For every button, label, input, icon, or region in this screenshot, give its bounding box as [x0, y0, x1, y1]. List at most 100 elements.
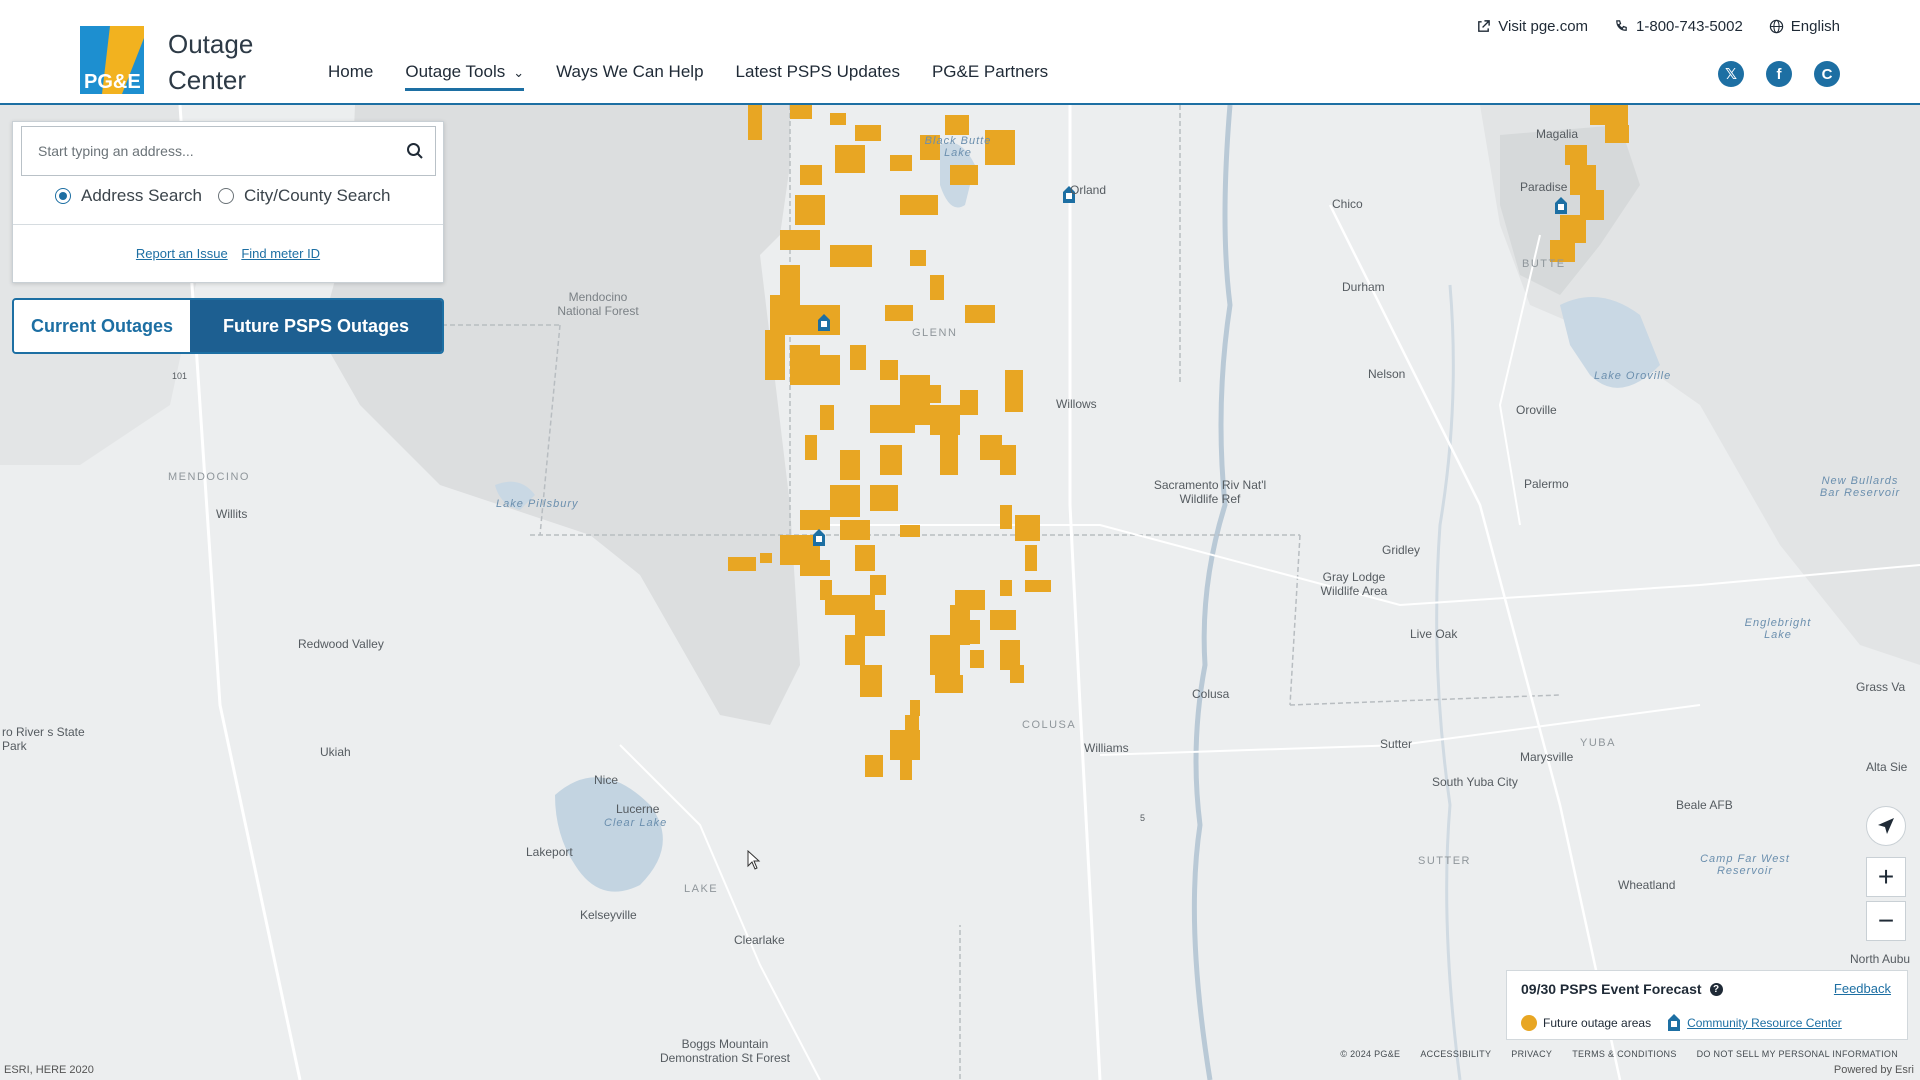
privacy-link[interactable]: PRIVACY [1511, 1049, 1552, 1059]
facebook-icon[interactable]: f [1766, 61, 1792, 87]
phone-icon [1616, 20, 1627, 31]
community-resource-center-link[interactable]: Community Resource Center [1687, 1016, 1842, 1030]
site-title-line2: Center [168, 65, 247, 95]
current-outages-button[interactable]: Current Outages [14, 300, 190, 352]
community-resource-center-icon [1668, 1014, 1681, 1031]
feedback-link[interactable]: Feedback [1834, 981, 1891, 996]
map-label-palermo: Palermo [1524, 477, 1569, 491]
x-icon[interactable]: 𝕏 [1718, 61, 1744, 87]
map-label-nelson: Nelson [1368, 367, 1406, 381]
utility-links: Visit pge.com 1-800-743-5002 English [1476, 18, 1840, 35]
map-label-beale-afb: Beale AFB [1676, 798, 1733, 812]
report-issue-link[interactable]: Report an Issue [136, 246, 228, 261]
map-label-redwood-valley: Redwood Valley [298, 637, 384, 651]
pge-logo[interactable]: PG&E [80, 26, 144, 94]
site-header: PG&E Outage Center Home Outage Tools ⌄ Wa… [0, 0, 1920, 105]
map-label-gridley: Gridley [1382, 543, 1421, 557]
map-label-gray-lodge: Gray Lodge Wildlife Area [1320, 570, 1388, 598]
map-label-chico: Chico [1332, 197, 1363, 211]
legend-items: Future outage areas Community Resource C… [1521, 1014, 1842, 1032]
main-nav: Home Outage Tools ⌄ Ways We Can Help Late… [328, 62, 1048, 91]
external-link-icon [1478, 20, 1491, 32]
powered-by-esri[interactable]: Powered by Esri [1834, 1064, 1914, 1076]
map-label-kelseyville: Kelseyville [580, 908, 637, 922]
site-title: Outage Center [168, 26, 253, 98]
map-label-lucerne: Lucerne [616, 802, 660, 816]
zoom-out-button[interactable]: − [1866, 901, 1906, 941]
visit-pge-link[interactable]: Visit pge.com [1476, 18, 1588, 35]
map-label-oroville: Oroville [1516, 403, 1557, 417]
future-outage-label: Future outage areas [1543, 1016, 1652, 1030]
map-label-wheatland: Wheatland [1618, 878, 1676, 892]
social-links: 𝕏 f C [1718, 61, 1840, 87]
map-label-grass-valley: Grass Va [1856, 680, 1906, 694]
visit-pge-label: Visit pge.com [1498, 18, 1589, 35]
legend-title: 09/30 PSPS Event Forecast ? [1521, 981, 1723, 997]
map-label-south-yuba-city: South Yuba City [1432, 775, 1518, 789]
map-label-live-oak: Live Oak [1410, 627, 1458, 641]
future-psps-outages-button[interactable]: Future PSPS Outages [190, 300, 442, 352]
footer-links: © 2024 PG&E ACCESSIBILITY PRIVACY TERMS … [1340, 1049, 1898, 1059]
terms-link[interactable]: TERMS & CONDITIONS [1572, 1049, 1676, 1059]
help-icon[interactable]: ? [1709, 982, 1723, 996]
panel-divider [13, 224, 443, 225]
map-label-englebright-lake: Englebright Lake [1744, 617, 1812, 641]
map-label-paradise: Paradise [1520, 180, 1568, 194]
phone-link[interactable]: 1-800-743-5002 [1614, 18, 1743, 35]
legend-title-text: 09/30 PSPS Event Forecast [1521, 981, 1702, 997]
map-label-lake-pillsbury: Lake Pillsbury [496, 498, 579, 510]
nav-latest-psps-updates[interactable]: Latest PSPS Updates [736, 62, 900, 91]
accessibility-link[interactable]: ACCESSIBILITY [1420, 1049, 1491, 1059]
phone-label: 1-800-743-5002 [1636, 18, 1743, 35]
nav-home[interactable]: Home [328, 62, 373, 91]
navigation-arrow-icon [1878, 818, 1894, 834]
site-title-line1: Outage [168, 29, 254, 59]
map-label-colusa-county: Colusa [1022, 719, 1077, 731]
map-label-magalia: Magalia [1536, 127, 1579, 141]
map-label-lake-oroville: Lake Oroville [1594, 370, 1672, 382]
search-mode-options: Address Search City/County Search [55, 186, 396, 206]
search-panel: Address Search City/County Search Report… [12, 121, 444, 283]
nav-outage-tools-label: Outage Tools [405, 62, 506, 81]
nav-outage-tools[interactable]: Outage Tools ⌄ [405, 62, 525, 91]
search-icon[interactable] [395, 127, 435, 175]
map-label-orland: Orland [1070, 183, 1107, 197]
highway-5-shield: 5 [1140, 813, 1146, 823]
address-search-label[interactable]: Address Search [81, 186, 202, 206]
chevron-down-icon: ⌄ [513, 65, 525, 80]
nav-ways-we-can-help[interactable]: Ways We Can Help [556, 62, 703, 91]
map-legend: 09/30 PSPS Event Forecast ? Feedback Fut… [1506, 970, 1908, 1040]
map-label-yuba: Yuba [1580, 737, 1616, 749]
address-search-input[interactable] [22, 143, 395, 159]
map-label-lake-county: Lake [684, 883, 719, 895]
outage-type-toggle: Current Outages Future PSPS Outages [12, 298, 444, 354]
map-label-willits: Willits [216, 507, 248, 521]
map-label-clear-lake: Clear Lake [604, 817, 668, 829]
map-label-camp-far-west: Camp Far West Reservoir [1700, 853, 1790, 877]
address-search-radio[interactable] [55, 188, 71, 204]
address-search-box [21, 126, 436, 176]
map-label-marysville: Marysville [1520, 750, 1574, 764]
locate-me-button[interactable] [1866, 806, 1906, 846]
map-label-durham: Durham [1342, 280, 1385, 294]
find-meter-id-link[interactable]: Find meter ID [241, 246, 320, 261]
copyright-text: © 2024 PG&E [1340, 1049, 1401, 1059]
map-label-sacramento-nwr: Sacramento Riv Nat'l Wildlife Ref [1153, 478, 1267, 506]
map-label-nice: Nice [594, 773, 619, 787]
map-label-mendocino-nf: Mendocino National Forest [557, 290, 639, 318]
map-label-mendocino: Mendocino [168, 471, 250, 483]
c-icon[interactable]: C [1814, 61, 1840, 87]
map-label-willows: Willows [1056, 397, 1097, 411]
map-label-sutter-city: Sutter [1380, 737, 1413, 751]
future-outage-areas [728, 105, 1629, 780]
do-not-sell-link[interactable]: DO NOT SELL MY PERSONAL INFORMATION [1697, 1049, 1898, 1059]
highway-101-shield: 101 [172, 371, 188, 381]
zoom-in-button[interactable]: + [1866, 857, 1906, 897]
nav-pge-partners[interactable]: PG&E Partners [932, 62, 1048, 91]
panel-links: Report an Issue Find meter ID [13, 246, 443, 261]
language-selector[interactable]: English [1769, 18, 1840, 35]
map-label-eel-river-park: ro River s State Park [2, 725, 85, 753]
city-county-search-label[interactable]: City/County Search [244, 186, 390, 206]
city-county-search-radio[interactable] [217, 188, 234, 204]
future-outage-dot-icon [1521, 1015, 1537, 1031]
